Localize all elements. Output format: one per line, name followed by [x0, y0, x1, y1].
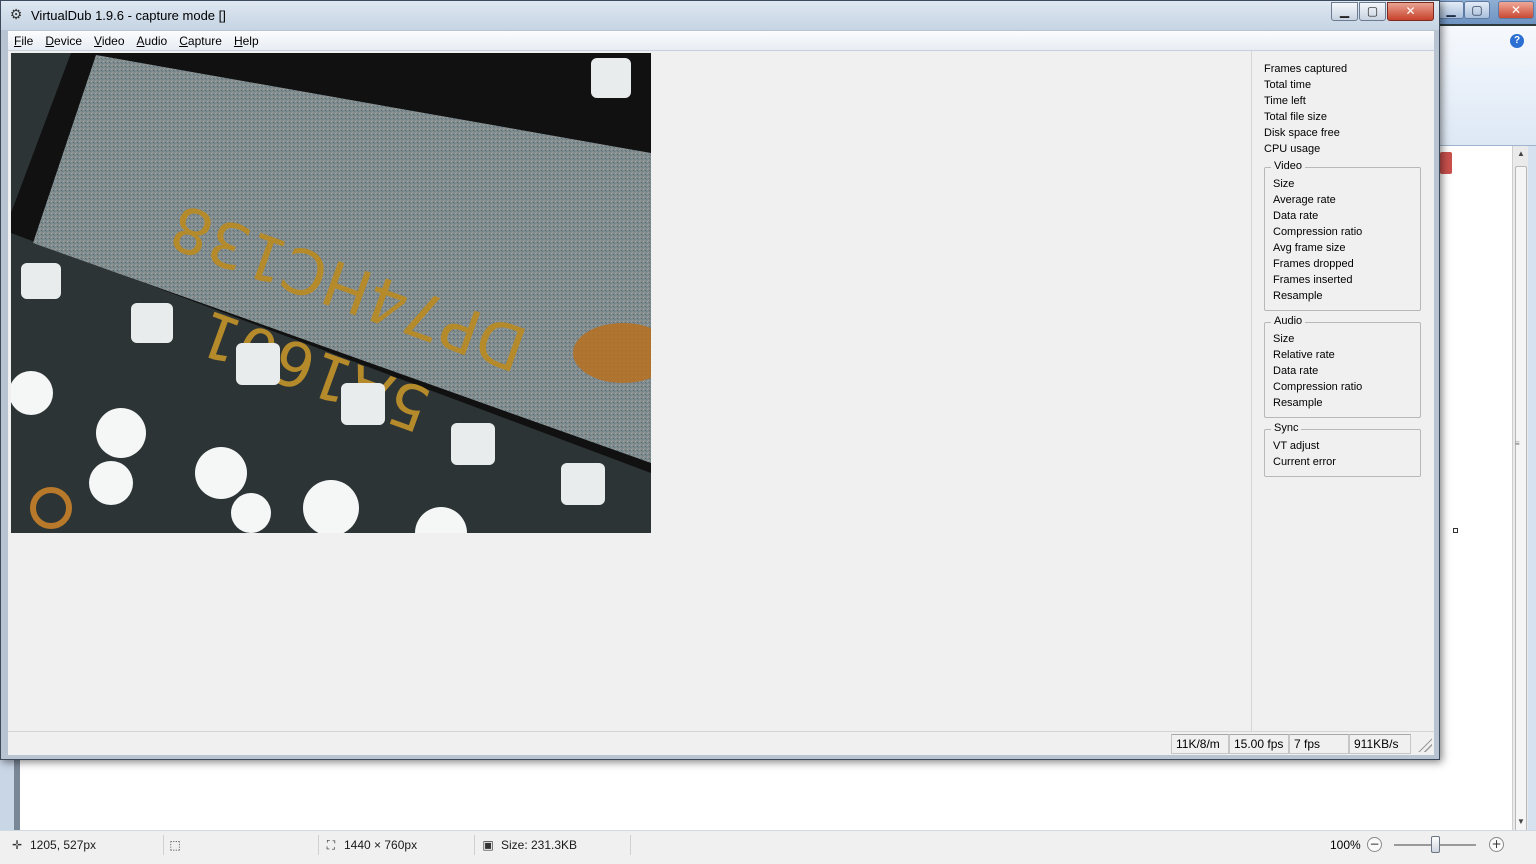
- video-average-rate: Average rate: [1273, 194, 1336, 206]
- bg-minimize-button[interactable]: ▁: [1438, 1, 1464, 19]
- disk-icon: ▣: [482, 838, 494, 852]
- image-dimensions-text: 1440 × 760px: [344, 838, 418, 852]
- virtualdub-window: ⚙ VirtualDub 1.9.6 - capture mode [] ▁ ▢…: [0, 0, 1440, 760]
- audio-compression-ratio: Compression ratio: [1273, 381, 1363, 393]
- menu-help[interactable]: Help: [228, 32, 265, 50]
- stat-frames-captured: Frames captured: [1264, 63, 1348, 75]
- capture-stats-panel: Frames captured Total time Time left Tot…: [1251, 51, 1434, 731]
- help-icon[interactable]: ?: [1510, 34, 1524, 48]
- bg-red-tab: [1440, 152, 1452, 174]
- menu-video[interactable]: Video: [88, 32, 130, 50]
- status-data-rate: 911KB/s: [1349, 734, 1411, 754]
- cursor-position: ✛ 1205, 527px: [10, 831, 96, 859]
- status-divider: [318, 835, 319, 855]
- video-size: Size: [1273, 178, 1295, 190]
- status-target-fps: 15.00 fps: [1229, 734, 1289, 754]
- zoom-in-button[interactable]: +: [1489, 837, 1504, 852]
- sync-vt-adjust: VT adjust: [1273, 440, 1320, 452]
- sync-stats-group: Sync VT adjust Current error: [1264, 422, 1421, 477]
- stat-total-file-size: Total file size: [1264, 111, 1327, 123]
- bg-titlebar: ▁ ▢ ✕: [1436, 0, 1536, 24]
- menu-capture-label: Capture: [179, 33, 222, 48]
- video-frames-inserted: Frames inserted: [1273, 274, 1353, 286]
- zoom-slider-thumb[interactable]: [1430, 836, 1440, 853]
- audio-group-title: Audio: [1271, 315, 1306, 327]
- capture-client-area: DP74HC138 5A1601 Frames captured Total t…: [8, 51, 1434, 731]
- file-size: ▣ Size: 231.3KB: [481, 831, 577, 859]
- sync-group-title: Sync: [1271, 422, 1302, 434]
- menu-capture[interactable]: Capture: [173, 32, 228, 50]
- image-size-icon: ⛶: [326, 838, 336, 852]
- file-size-text: Size: 231.3KB: [501, 838, 578, 852]
- video-resample: Resample: [1273, 290, 1323, 302]
- capture-preview[interactable]: DP74HC138 5A1601: [11, 53, 651, 533]
- audio-stats-group: Audio Size Relative rate Data rate Compr…: [1264, 315, 1421, 418]
- menu-audio[interactable]: Audio: [131, 32, 174, 50]
- stat-time-left: Time left: [1264, 95, 1306, 107]
- menu-bar: File Device Video Audio Capture Help: [8, 31, 1434, 51]
- status-divider: [474, 835, 475, 855]
- vd-status-bar: 11K/8/m 15.00 fps 7 fps 911KB/s: [8, 731, 1434, 755]
- menu-device[interactable]: Device: [39, 32, 88, 50]
- app-icon[interactable]: ⚙: [8, 7, 24, 23]
- video-data-rate: Data rate: [1273, 210, 1319, 222]
- status-divider: [630, 835, 631, 855]
- bg-close-button[interactable]: ✕: [1498, 1, 1534, 19]
- window-title: VirtualDub 1.9.6 - capture mode []: [31, 8, 226, 23]
- video-frames-dropped: Frames dropped: [1273, 258, 1354, 270]
- close-button[interactable]: ✕: [1387, 2, 1434, 21]
- bg-maximize-button[interactable]: ▢: [1464, 1, 1490, 19]
- menu-video-label: Video: [94, 33, 125, 48]
- audio-relative-rate: Relative rate: [1273, 349, 1335, 361]
- menu-file[interactable]: File: [8, 32, 39, 50]
- scroll-grip-icon: ≡: [1515, 439, 1520, 448]
- zoom-out-button[interactable]: −: [1367, 837, 1382, 852]
- bg-canvas[interactable]: [14, 756, 1264, 830]
- video-group-title: Video: [1271, 160, 1305, 172]
- status-divider: [163, 835, 164, 855]
- audio-data-rate: Data rate: [1273, 365, 1319, 377]
- menu-device-label: Device: [45, 33, 83, 48]
- vertical-scrollbar[interactable]: ▲ ≡ ▼: [1512, 146, 1529, 864]
- zoom-level: 100%: [1330, 838, 1361, 852]
- audio-size: Size: [1273, 333, 1295, 345]
- resize-grip-icon[interactable]: [1418, 738, 1432, 752]
- stat-total-time: Total time: [1264, 79, 1312, 91]
- status-actual-fps: 7 fps: [1289, 734, 1349, 754]
- canvas-resize-handle[interactable]: [1453, 528, 1458, 533]
- crosshair-icon: ✛: [11, 838, 23, 852]
- selection-icon: ⬚: [169, 838, 181, 852]
- stat-cpu-usage: CPU usage: [1264, 143, 1321, 155]
- menu-audio-label: Audio: [136, 33, 168, 48]
- scroll-down-arrow-icon[interactable]: ▼: [1513, 814, 1529, 830]
- video-compression-ratio: Compression ratio: [1273, 226, 1363, 238]
- stat-disk-space-free: Disk space free: [1264, 127, 1340, 139]
- video-avg-frame-size: Avg frame size: [1273, 242, 1346, 254]
- menu-help-label: Help: [233, 33, 259, 48]
- audio-resample: Resample: [1273, 397, 1323, 409]
- cursor-position-text: 1205, 527px: [30, 838, 97, 852]
- selection-size: ⬚: [168, 831, 188, 859]
- bg-status-bar: ✛ 1205, 527px ⬚ ⛶ 1440 × 760px ▣ Size: 2…: [0, 830, 1536, 864]
- minimize-button[interactable]: ▁: [1331, 2, 1358, 21]
- scroll-up-arrow-icon[interactable]: ▲: [1513, 146, 1529, 162]
- scroll-thumb[interactable]: [1515, 166, 1527, 864]
- menu-file-label: File: [14, 33, 34, 48]
- image-dimensions: ⛶ 1440 × 760px: [324, 831, 417, 859]
- sync-current-error: Current error: [1273, 456, 1336, 468]
- maximize-button[interactable]: ▢: [1359, 2, 1386, 21]
- video-stats-group: Video Size Average rate Data rate Compre…: [1264, 160, 1421, 311]
- status-audio-format: 11K/8/m: [1171, 734, 1229, 754]
- chip-macro-image: DP74HC138 5A1601: [11, 53, 651, 533]
- vd-titlebar[interactable]: ⚙ VirtualDub 1.9.6 - capture mode [] ▁ ▢…: [1, 1, 1439, 30]
